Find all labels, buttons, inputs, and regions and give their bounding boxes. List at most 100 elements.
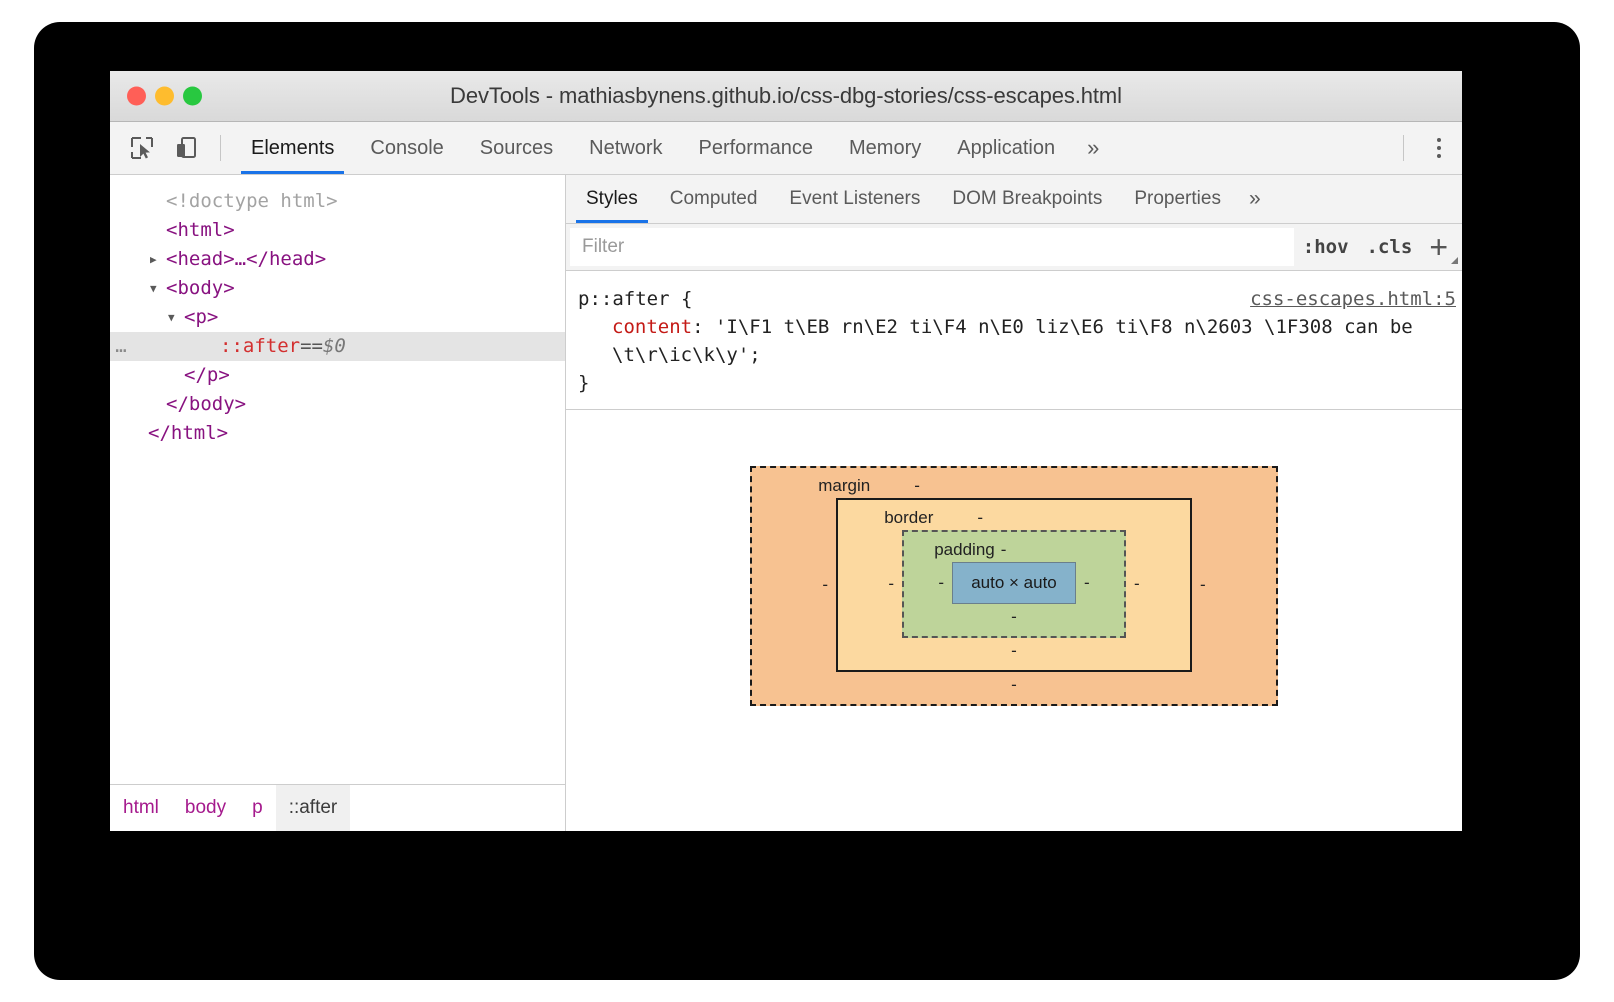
dom-token: == xyxy=(300,335,323,357)
box-model-margin-top[interactable]: - xyxy=(914,476,920,496)
css-source-link[interactable]: css-escapes.html:5 xyxy=(1250,285,1456,313)
dom-tree-row[interactable]: <!doctype html> xyxy=(110,187,565,216)
device-toolbar-icon[interactable] xyxy=(164,135,208,161)
dom-tree-row[interactable]: <html> xyxy=(110,216,565,245)
box-model-border-bottom[interactable]: - xyxy=(880,638,1148,664)
breadcrumb: html body p ::after xyxy=(110,784,565,831)
tab-network-label: Network xyxy=(589,136,663,159)
breadcrumb-item-html[interactable]: html xyxy=(110,785,172,831)
tab-console[interactable]: Console xyxy=(352,122,461,174)
dom-tree-row[interactable]: </body> xyxy=(110,390,565,419)
plus-icon: + xyxy=(1429,229,1448,265)
box-model-border-top[interactable]: - xyxy=(977,508,983,528)
more-tabs-chevron-icon[interactable]: » xyxy=(1073,122,1113,174)
dom-token: </body> xyxy=(166,393,247,415)
toolbar-right-group xyxy=(1391,122,1462,174)
box-model-padding[interactable]: padding - - auto × auto - - xyxy=(902,530,1126,638)
devtools-window: DevTools - mathiasbynens.github.io/css-d… xyxy=(110,71,1462,831)
tab-memory-label: Memory xyxy=(849,136,922,159)
dom-token: <body> xyxy=(166,277,235,299)
new-style-rule-button[interactable]: + xyxy=(1421,224,1462,270)
dom-row-content: ::after == $0 xyxy=(132,332,346,361)
close-window-button[interactable] xyxy=(127,86,146,106)
more-styles-tabs-chevron-icon[interactable]: » xyxy=(1237,175,1273,223)
tab-computed[interactable]: Computed xyxy=(654,175,774,223)
box-model-padding-right[interactable]: - xyxy=(1076,573,1098,593)
breadcrumb-item-p[interactable]: p xyxy=(239,785,276,831)
dom-tree-row-selected[interactable]: …::after == $0 xyxy=(110,332,565,361)
box-model-margin-bottom[interactable]: - xyxy=(814,672,1214,698)
css-colon: : xyxy=(692,316,704,338)
toggle-pseudo-state-button[interactable]: :hov xyxy=(1294,224,1358,270)
box-model-border-label-row: border - xyxy=(880,506,1148,530)
box-model-margin-left[interactable]: - xyxy=(814,575,836,595)
css-rule-close-brace: } xyxy=(578,372,590,394)
dom-tree-row[interactable]: </p> xyxy=(110,361,565,390)
breadcrumb-item-body[interactable]: body xyxy=(172,785,239,831)
dom-token: $0 xyxy=(322,335,346,357)
tab-event-listeners-label: Event Listeners xyxy=(789,188,921,209)
dom-token: </p> xyxy=(184,364,230,386)
css-rule-header: p::after { css-escapes.html:5 xyxy=(566,285,1462,313)
toggle-element-class-button[interactable]: .cls xyxy=(1358,224,1422,270)
box-model-padding-top[interactable]: - xyxy=(1001,540,1007,560)
box-model-content[interactable]: auto × auto xyxy=(952,562,1076,604)
collapse-triangle-icon[interactable]: ▼ xyxy=(168,303,184,332)
css-declaration[interactable]: content: 'I\F1 t\EB rn\E2 ti\F4 n\E0 liz… xyxy=(566,313,1462,369)
box-model-border-right[interactable]: - xyxy=(1126,574,1148,594)
box-model-border[interactable]: border - - padding - - auto × auto - - -… xyxy=(836,498,1192,672)
more-tabs-label: » xyxy=(1087,135,1100,160)
dom-tree-row[interactable]: ▼ <body> xyxy=(110,274,565,303)
tab-performance[interactable]: Performance xyxy=(681,122,832,174)
tab-properties[interactable]: Properties xyxy=(1118,175,1237,223)
dom-tree[interactable]: <!doctype html> <html> ▶ <head>…</head> ▼ <bo… xyxy=(110,175,565,784)
dom-row-content: ▼ <p> xyxy=(132,303,218,332)
box-model-padding-bottom[interactable]: - xyxy=(930,604,1098,630)
dom-tree-row[interactable]: ▶ <head>…</head> xyxy=(110,245,565,274)
tab-performance-label: Performance xyxy=(698,136,814,159)
expand-triangle-icon[interactable]: ▶ xyxy=(150,245,166,274)
cls-label: .cls xyxy=(1366,236,1413,258)
dom-row-content: </html> xyxy=(132,419,228,448)
tab-application[interactable]: Application xyxy=(939,122,1073,174)
collapse-triangle-icon[interactable]: ▼ xyxy=(150,274,166,303)
tab-memory[interactable]: Memory xyxy=(831,122,939,174)
box-model-border-left[interactable]: - xyxy=(880,574,902,594)
tab-sources[interactable]: Sources xyxy=(462,122,571,174)
devtools-main-toolbar: Elements Console Sources Network Perform… xyxy=(110,122,1462,175)
tab-dom-breakpoints[interactable]: DOM Breakpoints xyxy=(936,175,1118,223)
inspect-element-icon[interactable] xyxy=(120,135,164,161)
css-property-value[interactable]: 'I\F1 t\EB rn\E2 ti\F4 n\E0 liz\E6 ti\F8… xyxy=(612,316,1424,366)
zoom-window-button[interactable] xyxy=(183,86,202,106)
tab-event-listeners[interactable]: Event Listeners xyxy=(773,175,936,223)
kebab-dot xyxy=(1437,146,1441,150)
filter-input[interactable] xyxy=(570,228,1294,266)
dom-tree-row[interactable]: ▼ <p> xyxy=(110,303,565,332)
box-model-margin-label: margin xyxy=(818,476,871,495)
more-options-kebab-icon[interactable] xyxy=(1416,138,1462,158)
box-model-padding-label-row: padding - xyxy=(930,538,1098,562)
box-model-padding-left[interactable]: - xyxy=(930,573,952,593)
box-model-border-mid: - padding - - auto × auto - - - xyxy=(880,530,1148,638)
box-model-margin-right[interactable]: - xyxy=(1192,575,1214,595)
dom-token: <head>…</head> xyxy=(166,248,327,270)
css-property-name[interactable]: content xyxy=(612,316,692,338)
styles-sidebar-tabs: Styles Computed Event Listeners DOM Brea… xyxy=(566,175,1462,224)
tab-properties-label: Properties xyxy=(1134,188,1221,209)
tab-computed-label: Computed xyxy=(669,188,758,209)
box-model-border-label: border xyxy=(884,508,934,527)
dom-row-ellipsis-icon[interactable]: … xyxy=(110,332,132,361)
screenshot-canvas: DevTools - mathiasbynens.github.io/css-d… xyxy=(0,0,1614,1002)
box-model-margin[interactable]: margin - - border - - padding - - auto ×… xyxy=(750,466,1278,706)
tab-network[interactable]: Network xyxy=(571,122,680,174)
tab-console-label: Console xyxy=(370,136,444,159)
window-title: DevTools - mathiasbynens.github.io/css-d… xyxy=(450,83,1122,108)
dom-token: </html> xyxy=(148,422,229,444)
dom-tree-row[interactable]: </html> xyxy=(110,419,565,448)
tab-styles[interactable]: Styles xyxy=(570,175,654,223)
breadcrumb-item-after[interactable]: ::after xyxy=(275,785,351,831)
toolbar-icon-group xyxy=(110,122,233,174)
css-selector[interactable]: p::after { xyxy=(578,285,692,313)
minimize-window-button[interactable] xyxy=(155,86,174,106)
tab-elements[interactable]: Elements xyxy=(233,122,352,174)
